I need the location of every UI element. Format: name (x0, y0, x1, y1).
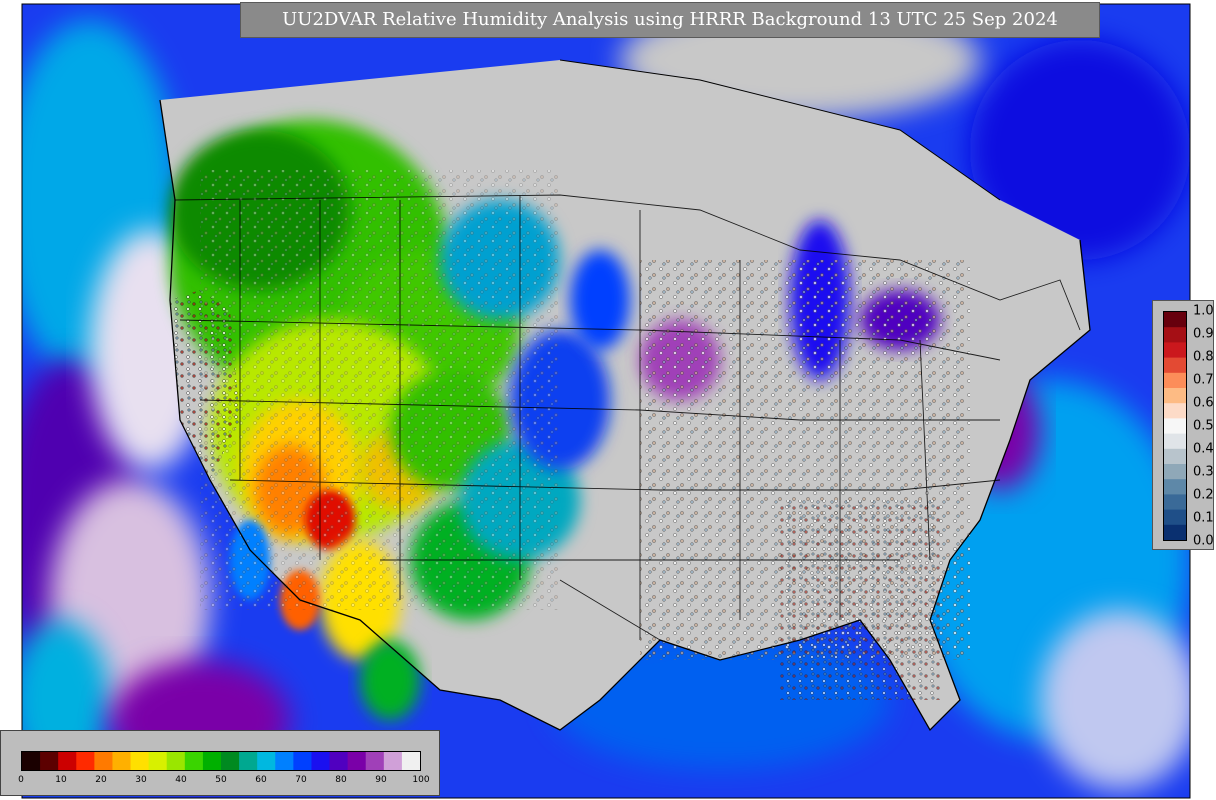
rh-colorbar-segment (275, 752, 294, 770)
ratio-colorbar-tick-label: 0.1 (1193, 510, 1214, 526)
rh-colorbar (21, 751, 421, 771)
ratio-colorbar-segment (1164, 509, 1186, 526)
map-field (22, 4, 1190, 798)
rh-colorbar-segment (329, 752, 349, 770)
rh-colorbar-tick-label: 30 (135, 775, 147, 785)
rh-colorbar-segment (239, 752, 258, 770)
rh-colorbar-segment (202, 752, 222, 770)
ratio-colorbar-legend: 1.0 0.9 0.8 0.7 0.6 0.5 0.4 0.3 0.2 0.1 0.0 (1152, 300, 1214, 550)
rh-colorbar-segment (365, 752, 385, 770)
rh-colorbar-segment (166, 752, 186, 770)
ratio-colorbar-segment (1164, 433, 1186, 450)
ratio-colorbar-segment (1164, 372, 1186, 389)
rh-colorbar-segment (40, 752, 59, 770)
ratio-colorbar-segment (1164, 312, 1186, 328)
ratio-colorbar-tick-label: 0.7 (1193, 372, 1214, 388)
ratio-colorbar (1163, 311, 1187, 541)
ratio-colorbar-tick-label: 0.8 (1193, 349, 1214, 365)
ratio-colorbar-segment (1164, 448, 1186, 465)
ratio-colorbar-segment (1164, 403, 1186, 419)
rh-colorbar-segment (184, 752, 204, 770)
ratio-colorbar-tick-label: 0.6 (1193, 395, 1214, 411)
rh-colorbar-tick-label: 10 (55, 775, 67, 785)
rh-colorbar-segment (221, 752, 240, 770)
ratio-colorbar-tick-label: 1.0 (1193, 303, 1214, 319)
ratio-colorbar-tick-label: 0.2 (1193, 487, 1214, 503)
rh-colorbar-segment (401, 752, 420, 770)
ratio-colorbar-segment (1164, 524, 1186, 540)
rh-colorbar-segment (293, 752, 312, 770)
rh-colorbar-segment (76, 752, 95, 770)
rh-colorbar-tick-label: 20 (95, 775, 107, 785)
rh-colorbar-segment (148, 752, 168, 770)
rh-colorbar-segment (112, 752, 132, 770)
rh-colorbar-segment (130, 752, 150, 770)
ratio-colorbar-tick-label: 0.0 (1193, 533, 1214, 549)
ratio-colorbar-segment (1164, 327, 1186, 343)
rh-colorbar-tick-label: 70 (295, 775, 307, 785)
ratio-colorbar-segment (1164, 464, 1186, 480)
map-title: UU2DVAR Relative Humidity Analysis using… (240, 2, 1100, 38)
rh-colorbar-tick-label: 60 (255, 775, 267, 785)
ratio-colorbar-tick-label: 0.9 (1193, 326, 1214, 342)
rh-colorbar-segment (257, 752, 276, 770)
rh-colorbar-legend: 0 10 20 30 40 50 60 70 80 90 100 (0, 730, 440, 796)
rh-colorbar-segment (311, 752, 331, 770)
ratio-colorbar-segment (1164, 342, 1186, 359)
rh-colorbar-segment (58, 752, 77, 770)
ratio-colorbar-segment (1164, 418, 1186, 435)
rh-colorbar-segment (22, 752, 41, 770)
rh-colorbar-tick-label: 0 (18, 775, 24, 785)
rh-colorbar-segment (383, 752, 403, 770)
ratio-colorbar-tick-label: 0.5 (1193, 418, 1214, 434)
rh-colorbar-tick-label: 80 (335, 775, 347, 785)
rh-colorbar-tick-label: 100 (412, 775, 430, 785)
rh-colorbar-tick-label: 90 (375, 775, 387, 785)
ratio-colorbar-segment (1164, 357, 1186, 374)
rh-colorbar-tick-label: 50 (215, 775, 227, 785)
rh-colorbar-ticks: 0 10 20 30 40 50 60 70 80 90 100 (18, 775, 429, 789)
ratio-colorbar-tick-label: 0.3 (1193, 464, 1214, 480)
ratio-colorbar-segment (1164, 479, 1186, 495)
ratio-colorbar-segment (1164, 388, 1186, 404)
ratio-colorbar-tick-label: 0.4 (1193, 441, 1214, 457)
rh-colorbar-segment (94, 752, 113, 770)
rh-colorbar-tick-label: 40 (175, 775, 187, 785)
rh-colorbar-segment (347, 752, 367, 770)
ratio-colorbar-segment (1164, 494, 1186, 511)
rh-analysis-map (0, 0, 1216, 800)
